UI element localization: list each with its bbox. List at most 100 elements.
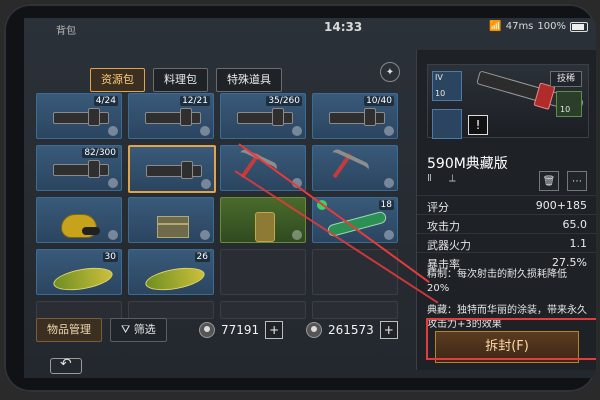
add-currency-2-button[interactable]: + (379, 321, 398, 339)
tab-special-items[interactable]: 特殊道具 (216, 68, 282, 92)
item-preview: IV 10 ! 技稀 10 (427, 64, 589, 139)
inventory-slot[interactable]: 30 (36, 249, 122, 295)
lock-icon (200, 126, 210, 136)
filter-label: 筛选 (133, 323, 156, 336)
wifi-icon: 📶 (489, 21, 502, 32)
item-grade: IV (435, 73, 443, 82)
rarity-badge: 技稀 (549, 71, 582, 87)
leaf-item-icon (135, 260, 207, 294)
inventory-slot-empty[interactable] (220, 249, 306, 295)
item-icons-row: Ⅱ ⟂ 🗑 ⋯ (427, 171, 587, 191)
leaf-item-icon (43, 260, 115, 294)
inventory-slot[interactable]: 82/300 (36, 145, 122, 191)
sniper-rifle-icon (319, 104, 391, 134)
inventory-grid: 4/24 12/21 35/260 10/40 82/300 18 30 26 (36, 93, 416, 323)
inventory-slot[interactable]: 35/260 (220, 93, 306, 139)
inventory-slot[interactable]: 4/24 (36, 93, 122, 139)
rifle-icon (135, 104, 207, 134)
game-screen: 背包 14:33 📶 47ms 100% 资源包 料理包 特殊道具 ✦ 4/24 (24, 18, 596, 378)
inventory-slot[interactable]: 26 (128, 249, 214, 295)
settings-icon[interactable]: ✦ (380, 62, 400, 82)
stat-value: 900+185 (535, 199, 587, 212)
currency-icon (199, 322, 215, 338)
refine-label: 精制： (427, 269, 457, 280)
item-management-button[interactable]: 物品管理 (36, 318, 102, 342)
inventory-slot-empty[interactable] (128, 301, 214, 319)
collection-label: 典藏： (427, 305, 457, 316)
stat-row: 攻击力 65.0 (417, 214, 596, 233)
more-options-icon[interactable]: ⋯ (567, 171, 587, 191)
refine-description: 精制：每次射击的耐久损耗降低20% (427, 268, 587, 296)
rifle-icon (43, 104, 115, 134)
status-left-label: 背包 (56, 26, 76, 37)
lock-icon (201, 179, 211, 189)
inventory-slot-empty[interactable] (312, 301, 398, 319)
filter-icon: ⛛ (121, 323, 134, 336)
inventory-slot-empty[interactable] (220, 301, 306, 319)
warning-icon[interactable]: ! (468, 115, 488, 135)
status-bar: 背包 14:33 📶 47ms 100% (24, 18, 596, 37)
stat-row: 评分 900+185 (417, 195, 596, 214)
weapon-type-icon: ⟂ (449, 173, 456, 184)
rifle-icon (136, 157, 208, 187)
inventory-slot-empty[interactable] (312, 249, 398, 295)
item-stats: 评分 900+185 攻击力 65.0 武器火力 1.1 暴击率 27.5% (417, 195, 596, 271)
attachment-thumbnail[interactable] (432, 109, 462, 139)
item-name: 590M典藏版 (427, 156, 508, 172)
inventory-slot[interactable]: 18 (312, 197, 398, 243)
skin-thumbnail[interactable]: 10 (556, 91, 582, 117)
stat-label: 评分 (427, 201, 449, 214)
ammo-box-icon (135, 208, 207, 238)
skin-level: 10 (560, 105, 571, 114)
helmet-icon (43, 208, 115, 238)
inventory-slot[interactable]: 12/21 (128, 93, 214, 139)
tab-resources[interactable]: 资源包 (90, 68, 145, 92)
inventory-slot[interactable] (220, 197, 306, 243)
back-button[interactable] (50, 356, 82, 374)
lock-icon (108, 178, 118, 188)
device-frame: 背包 14:33 📶 47ms 100% 资源包 料理包 特殊道具 ✦ 4/24 (4, 4, 596, 392)
inventory-slot-selected[interactable] (128, 145, 216, 193)
stat-label: 攻击力 (427, 220, 460, 233)
filter-button[interactable]: ⛛ 筛选 (110, 318, 167, 342)
stat-value: 65.0 (562, 218, 588, 231)
inventory-slot-empty[interactable] (36, 301, 122, 319)
battery-icon (570, 21, 588, 32)
stat-label: 武器火力 (427, 239, 471, 252)
inventory-slot[interactable] (312, 145, 398, 191)
item-level: 10 (435, 89, 446, 98)
inventory-slot[interactable] (128, 197, 214, 243)
battery-percent: 100% (537, 21, 566, 32)
status-time: 14:33 (324, 20, 363, 34)
inventory-tabs: 资源包 料理包 特殊道具 (90, 68, 282, 92)
stat-row: 武器火力 1.1 (417, 233, 596, 252)
inventory-slot[interactable] (36, 197, 122, 243)
delete-icon[interactable]: 🗑 (539, 171, 559, 191)
tab-food[interactable]: 料理包 (153, 68, 208, 92)
item-type-icon: Ⅱ (427, 173, 432, 184)
status-right: 📶 47ms 100% (489, 21, 588, 32)
gun-icon (43, 156, 115, 186)
lock-icon (200, 230, 210, 240)
lock-icon (384, 178, 394, 188)
currency-2-value: 261573 (328, 323, 374, 337)
inventory-actions: 物品管理 ⛛ 筛选 (36, 318, 167, 342)
annotation-highlight (426, 318, 596, 360)
rarity-badge-text: 技稀 (556, 74, 575, 84)
pillar-icon (227, 208, 299, 242)
inventory-slot[interactable]: 10/40 (312, 93, 398, 139)
lock-icon (108, 230, 118, 240)
add-currency-1-button[interactable]: + (265, 321, 284, 339)
currency-1-value: 77191 (221, 323, 260, 337)
network-latency: 47ms (505, 21, 534, 32)
lock-icon (384, 230, 394, 240)
item-actions: 🗑 ⋯ (539, 171, 587, 191)
lock-icon (292, 126, 302, 136)
lock-icon (292, 230, 302, 240)
rifle-icon (227, 104, 299, 134)
stat-value: 1.1 (569, 237, 588, 250)
item-thumbnail[interactable]: IV 10 (432, 71, 462, 101)
lock-icon (108, 126, 118, 136)
lock-icon (384, 126, 394, 136)
pickaxe-icon (319, 153, 391, 190)
